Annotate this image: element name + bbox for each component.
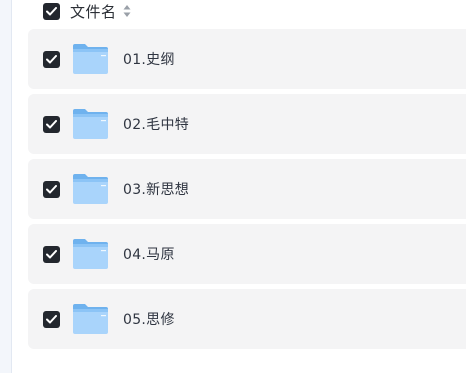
column-header-filename[interactable]: 文件名 bbox=[70, 1, 117, 22]
file-row[interactable]: 01.史纲 bbox=[28, 29, 466, 89]
file-name[interactable]: 05.思修 bbox=[123, 309, 175, 329]
sort-up-down-icon[interactable] bbox=[123, 4, 131, 18]
file-row[interactable]: 04.马原 bbox=[28, 224, 466, 284]
folder-icon bbox=[72, 303, 109, 335]
file-name[interactable]: 01.史纲 bbox=[123, 49, 175, 69]
check-icon bbox=[46, 314, 57, 323]
row-checkbox[interactable] bbox=[43, 245, 60, 263]
list-header: 文件名 bbox=[43, 0, 131, 22]
file-name[interactable]: 03.新思想 bbox=[123, 179, 189, 199]
folder-icon bbox=[72, 43, 109, 75]
file-name[interactable]: 04.马原 bbox=[123, 244, 175, 264]
check-icon bbox=[46, 6, 57, 15]
folder-icon bbox=[72, 173, 109, 205]
file-row[interactable]: 02.毛中特 bbox=[28, 94, 466, 154]
check-icon bbox=[46, 54, 57, 63]
check-icon bbox=[46, 184, 57, 193]
left-panel-edge bbox=[0, 0, 12, 373]
file-row[interactable]: 03.新思想 bbox=[28, 159, 466, 219]
row-checkbox[interactable] bbox=[43, 180, 60, 198]
file-row[interactable]: 05.思修 bbox=[28, 289, 466, 349]
file-list: 01.史纲 02.毛中特 03.新思想 04.马原 05.思修 bbox=[28, 29, 466, 354]
select-all-checkbox[interactable] bbox=[43, 2, 60, 20]
folder-icon bbox=[72, 108, 109, 140]
file-name[interactable]: 02.毛中特 bbox=[123, 114, 189, 134]
row-checkbox[interactable] bbox=[43, 115, 60, 133]
row-checkbox[interactable] bbox=[43, 310, 60, 328]
folder-icon bbox=[72, 238, 109, 270]
check-icon bbox=[46, 119, 57, 128]
row-checkbox[interactable] bbox=[43, 50, 60, 68]
check-icon bbox=[46, 249, 57, 258]
